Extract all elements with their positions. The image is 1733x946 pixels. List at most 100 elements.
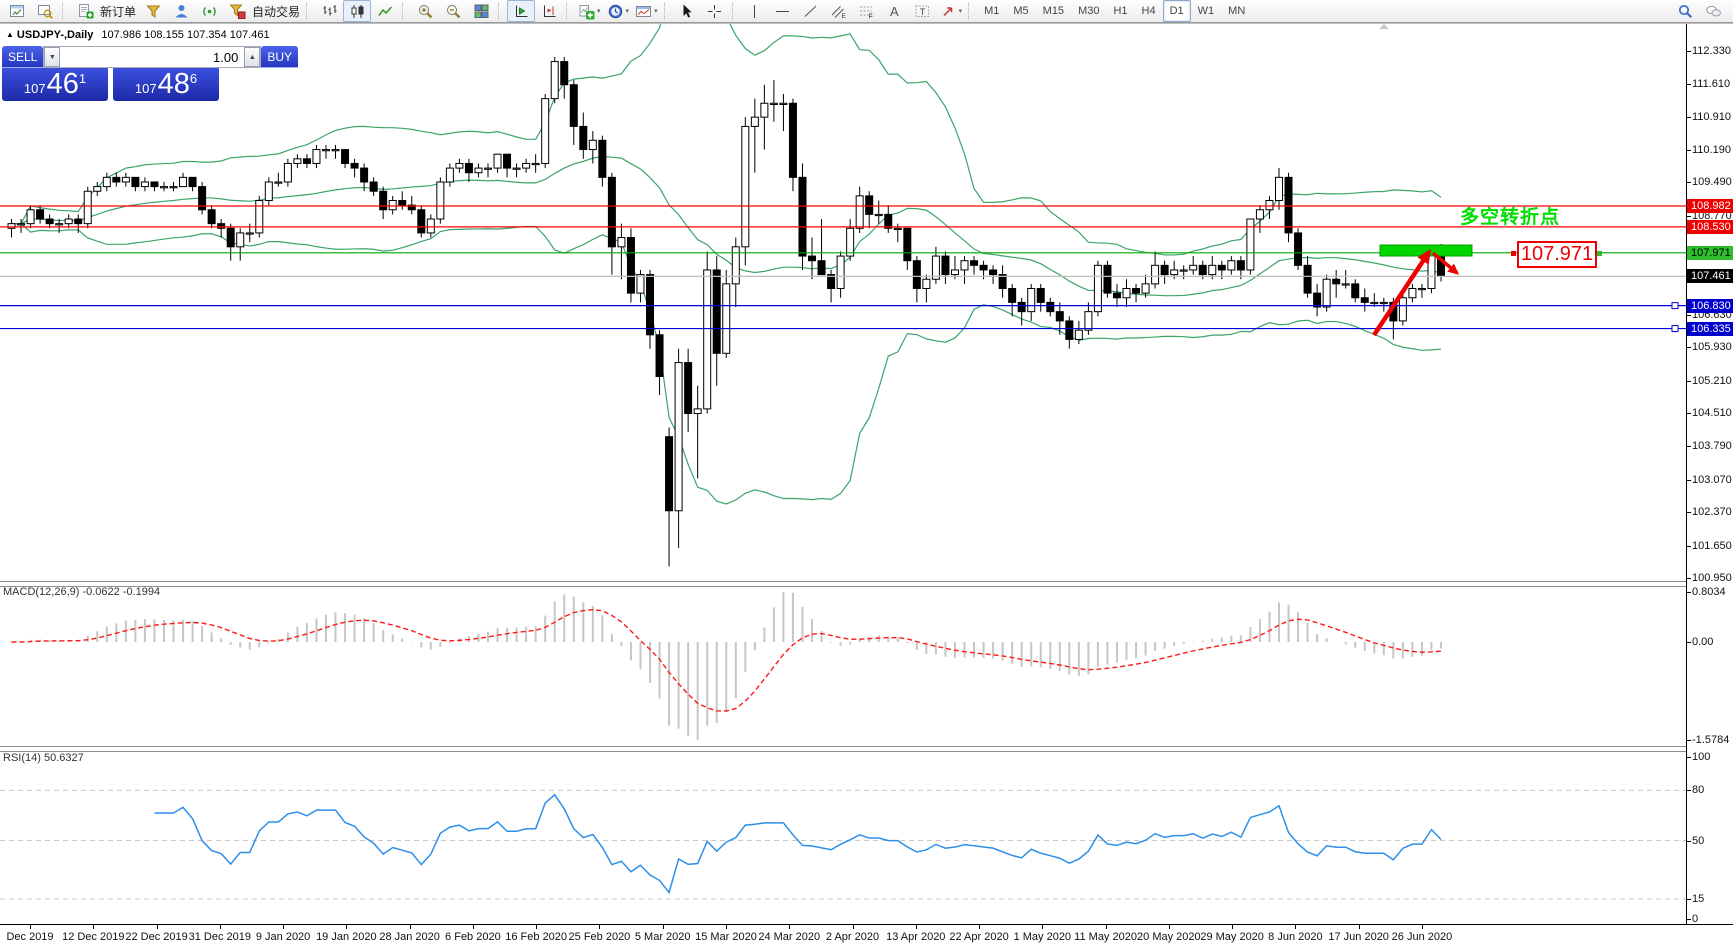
hline-handle[interactable]	[1672, 303, 1678, 309]
date-label: 28 Jan 2020	[379, 931, 440, 943]
dropdown-arrow-icon[interactable]: ▾	[959, 7, 963, 15]
trendline-icon	[802, 3, 819, 20]
volume-input[interactable]	[60, 47, 244, 67]
toolbar-button-zoom-in[interactable]	[411, 0, 439, 22]
price-tick-dash	[1687, 512, 1691, 513]
toolbar-button-horizontal-line[interactable]	[769, 0, 797, 22]
price-tick-label: 103.070	[1692, 474, 1732, 486]
hline-handle[interactable]	[1672, 326, 1678, 332]
toolbar-button-autotrading[interactable]	[223, 0, 251, 22]
toolbar-button-new-order[interactable]	[71, 0, 99, 22]
price-callout-box[interactable]: 107.971	[1517, 241, 1597, 268]
timeframe-D1[interactable]: D1	[1163, 0, 1191, 22]
toolbar-button-tile-windows[interactable]	[467, 0, 495, 22]
rsi-pane-canvas[interactable]	[0, 750, 1686, 924]
svg-text:F: F	[869, 13, 873, 20]
date-label: Dec 2019	[6, 931, 53, 943]
price-tag-108.982: 108.982	[1687, 199, 1733, 213]
toolbar-button-chart-shift[interactable]	[535, 0, 563, 22]
toolbar-button-templates[interactable]: ▾	[632, 0, 661, 22]
timeframe-M30[interactable]: M30	[1071, 0, 1106, 22]
toolbar-button-candles-chart[interactable]	[343, 0, 371, 22]
timeframe-H1[interactable]: H1	[1106, 0, 1134, 22]
price-tick-dash	[1687, 546, 1691, 547]
pane-separator-main-macd[interactable]	[0, 581, 1733, 587]
price-tick-dash	[1687, 446, 1691, 447]
cursor-icon	[678, 3, 695, 20]
sell-button[interactable]: SELL	[2, 46, 43, 68]
price-tick-dash	[1687, 182, 1691, 183]
toolbar-button-chat[interactable]	[1699, 0, 1727, 22]
toolbar-button-fibonacci[interactable]: F	[853, 0, 881, 22]
toolbar-separator	[498, 3, 503, 19]
toolbar-button-new-chart[interactable]	[3, 0, 31, 22]
date-label: 5 Mar 2020	[635, 931, 691, 943]
zoom-in-icon	[417, 3, 434, 20]
candlestick-series[interactable]	[8, 57, 1445, 566]
toolbar-button-arrows[interactable]: ▾	[937, 0, 966, 22]
fibonacci-icon: F	[858, 3, 875, 20]
dropdown-arrow-icon[interactable]: ▾	[626, 7, 630, 15]
timeframe-M5[interactable]: M5	[1006, 0, 1035, 22]
macd-tick-dash	[1687, 642, 1691, 643]
toolbar-button-cursor[interactable]	[673, 0, 701, 22]
timeframe-M15[interactable]: M15	[1036, 0, 1071, 22]
volume-decrease-button[interactable]: ▼	[44, 47, 60, 67]
toolbar-button-line-chart[interactable]	[371, 0, 399, 22]
macd-tick-dash	[1687, 592, 1691, 593]
toolbar-button-archive[interactable]	[139, 0, 167, 22]
buy-button[interactable]: BUY	[261, 46, 298, 68]
toolbar-button-profiles[interactable]	[31, 0, 59, 22]
toolbar-button-trendline[interactable]	[797, 0, 825, 22]
volume-increase-button[interactable]: ▲	[244, 47, 260, 67]
buy-price-display[interactable]: 107 48 6	[113, 68, 219, 101]
toolbar-button-bars-chart[interactable]	[315, 0, 343, 22]
templates-icon	[635, 3, 652, 20]
toolbar-button-signals[interactable]	[195, 0, 223, 22]
price-tick-dash	[1687, 216, 1691, 217]
timeframe-MN[interactable]: MN	[1221, 0, 1252, 22]
rsi-scale-label: 50	[1692, 835, 1704, 847]
main-chart-canvas[interactable]	[0, 24, 1686, 581]
timeframe-H4[interactable]: H4	[1135, 0, 1163, 22]
toolbar-button-vertical-line[interactable]	[741, 0, 769, 22]
toolbar-label-new-order[interactable]: 新订单	[100, 3, 136, 20]
toolbar-label-autotrading[interactable]: 自动交易	[252, 3, 300, 20]
toolbar-button-mql5-community[interactable]	[167, 0, 195, 22]
toolbar-button-zoom-out[interactable]	[439, 0, 467, 22]
toolbar-button-periods[interactable]: ▾	[604, 0, 633, 22]
toolbar-button-text[interactable]: A	[881, 0, 909, 22]
macd-pane-canvas[interactable]	[0, 585, 1686, 746]
symbol-marker-icon: ▲	[6, 30, 14, 39]
toolbar-button-crosshair[interactable]	[701, 0, 729, 22]
turning-point-annotation[interactable]: 多空转折点	[1460, 202, 1560, 229]
callout-anchor-handle[interactable]	[1511, 251, 1516, 256]
toolbar-button-search[interactable]	[1671, 0, 1699, 22]
rsi-line	[154, 795, 1441, 893]
timeframe-M1[interactable]: M1	[977, 0, 1006, 22]
toolbar-button-auto-scroll[interactable]	[507, 0, 535, 22]
toolbar-separator	[402, 3, 407, 19]
macd-scale-label: 0.00	[1692, 636, 1713, 648]
price-tick-dash	[1687, 51, 1691, 52]
date-axis[interactable]: Dec 201912 Dec 201922 Dec 201931 Dec 201…	[0, 925, 1733, 946]
dropdown-arrow-icon[interactable]: ▾	[654, 7, 658, 15]
toolbar-button-equidistant-channel[interactable]: E	[825, 0, 853, 22]
pane-separator-macd-rsi[interactable]	[0, 746, 1733, 752]
price-tick-dash	[1687, 84, 1691, 85]
toolbar-button-indicators-add[interactable]: ▾	[575, 0, 604, 22]
archive-icon	[145, 3, 162, 20]
sell-price-display[interactable]: 107 46 1	[2, 68, 108, 101]
toolbar-button-text-label[interactable]: T	[909, 0, 937, 22]
text-label-icon: T	[914, 3, 931, 20]
price-scale[interactable]: 112.330111.610110.910110.190109.490108.7…	[1687, 24, 1733, 924]
date-tick	[599, 925, 600, 929]
price-tag-107.461: 107.461	[1687, 269, 1733, 283]
dropdown-arrow-icon[interactable]: ▾	[597, 7, 601, 15]
timeframe-W1[interactable]: W1	[1191, 0, 1222, 22]
date-tick	[1359, 925, 1360, 929]
date-tick	[1422, 925, 1423, 929]
green-line-handle[interactable]	[1597, 251, 1602, 256]
price-tag-108.530: 108.530	[1687, 220, 1733, 234]
price-tag-106.335: 106.335	[1687, 322, 1733, 336]
